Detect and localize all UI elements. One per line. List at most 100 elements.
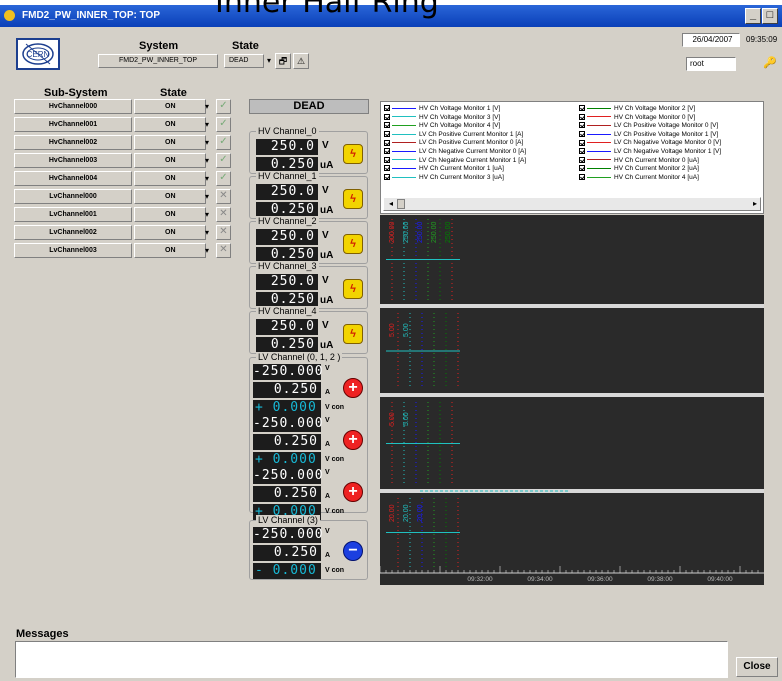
state-dropdown-arrow-icon[interactable]: ▾ <box>264 54 274 68</box>
axis-label: 5.00 <box>389 323 396 337</box>
subsystem-button[interactable]: HvChannel003 <box>14 153 132 168</box>
axis-label: 5.00 <box>403 323 410 337</box>
check-icon[interactable]: ✓ <box>216 135 231 150</box>
dropdown-arrow-icon[interactable]: ▾ <box>205 225 213 240</box>
legend-item[interactable]: LV Ch Positive Voltage Monitor 1 [V] <box>579 131 718 139</box>
legend-checkbox[interactable] <box>384 105 390 112</box>
legend-item[interactable]: HV Ch Voltage Monitor 1 [V] <box>384 105 500 113</box>
minimize-button[interactable]: _ <box>745 8 761 24</box>
legend-item[interactable]: LV Ch Negative Current Monitor 1 [A] <box>384 157 526 165</box>
axis-label: 250.00 <box>403 221 410 243</box>
plus-icon[interactable]: + <box>343 430 363 450</box>
dropdown-arrow-icon[interactable]: ▾ <box>205 99 213 114</box>
hv-power-button[interactable]: ϟ <box>343 279 363 299</box>
legend-item[interactable]: HV Ch Voltage Monitor 2 [V] <box>579 105 695 113</box>
messages-area <box>15 641 728 678</box>
subsystem-button[interactable]: LvChannel001 <box>14 207 132 222</box>
hv-power-button[interactable]: ϟ <box>343 144 363 164</box>
legend-checkbox[interactable] <box>579 105 585 112</box>
check-icon[interactable]: ✓ <box>216 117 231 132</box>
dropdown-arrow-icon[interactable]: ▾ <box>205 189 213 204</box>
legend-checkbox[interactable] <box>579 156 585 163</box>
legend-checkbox[interactable] <box>384 174 390 181</box>
minus-icon[interactable]: − <box>343 541 363 561</box>
legend-item[interactable]: LV Ch Negative Voltage Monitor 1 [V] <box>579 148 721 156</box>
legend-checkbox[interactable] <box>384 122 390 129</box>
scroll-left-icon[interactable]: ◂ <box>384 198 398 210</box>
legend-item[interactable]: LV Ch Negative Current Monitor 0 [A] <box>384 148 526 156</box>
close-button[interactable]: Close <box>736 657 778 677</box>
dropdown-arrow-icon[interactable]: ▾ <box>205 243 213 258</box>
cross-icon[interactable]: ✕ <box>216 207 231 222</box>
legend-swatch <box>392 142 416 144</box>
legend-item[interactable]: HV Ch Current Monitor 0 [uA] <box>579 157 699 165</box>
lv-control-display[interactable]: + 0.000 <box>253 452 321 468</box>
legend-item[interactable]: LV Ch Negative Voltage Monitor 0 [V] <box>579 139 721 147</box>
legend-checkbox[interactable] <box>579 131 585 138</box>
lv-current-display: 0.250 <box>253 434 321 450</box>
legend-item[interactable]: LV Ch Positive Current Monitor 0 [A] <box>384 139 523 147</box>
plus-icon[interactable]: + <box>343 482 363 502</box>
legend-checkbox[interactable] <box>579 139 585 146</box>
user-field[interactable]: root <box>686 57 736 71</box>
legend-checkbox[interactable] <box>579 174 585 181</box>
legend-checkbox[interactable] <box>384 165 390 172</box>
legend-item[interactable]: HV Ch Voltage Monitor 0 [V] <box>579 114 695 122</box>
lv-control-display[interactable]: - 0.000 <box>253 563 321 579</box>
scroll-thumb[interactable] <box>397 199 405 209</box>
legend-checkbox[interactable] <box>579 148 585 155</box>
trend-plot[interactable]: 200.00 250.00 250.00 250.00 250.00 5.00 5.00 5.… <box>379 215 764 585</box>
legend-item[interactable]: HV Ch Current Monitor 2 [uA] <box>579 165 699 173</box>
lock-icon[interactable]: 🗗 <box>275 53 291 69</box>
check-icon[interactable]: ✓ <box>216 99 231 114</box>
legend-checkbox[interactable] <box>579 122 585 129</box>
warning-icon[interactable]: ⚠ <box>293 53 309 69</box>
maximize-button[interactable]: □ <box>762 8 778 24</box>
subsystem-button[interactable]: HvChannel001 <box>14 117 132 132</box>
subsystem-button[interactable]: LvChannel002 <box>14 225 132 240</box>
lv-channel-label: LV Channel (0, 1, 2 ) <box>256 352 343 363</box>
legend-checkbox[interactable] <box>384 156 390 163</box>
lv-control-display[interactable]: + 0.000 <box>253 400 321 416</box>
dropdown-arrow-icon[interactable]: ▾ <box>205 171 213 186</box>
check-icon[interactable]: ✓ <box>216 153 231 168</box>
dropdown-arrow-icon[interactable]: ▾ <box>205 153 213 168</box>
legend-checkbox[interactable] <box>579 113 585 120</box>
legend-checkbox[interactable] <box>384 113 390 120</box>
subsystem-button[interactable]: LvChannel003 <box>14 243 132 258</box>
hv-power-button[interactable]: ϟ <box>343 189 363 209</box>
lv-current-unit: A <box>325 441 331 448</box>
cross-icon[interactable]: ✕ <box>216 225 231 240</box>
cross-icon[interactable]: ✕ <box>216 243 231 258</box>
subsystem-button[interactable]: HvChannel000 <box>14 99 132 114</box>
legend-item[interactable]: HV Ch Voltage Monitor 3 [V] <box>384 114 500 122</box>
legend-checkbox[interactable] <box>579 165 585 172</box>
lv-current-display: 0.250 <box>253 486 321 502</box>
legend-item[interactable]: LV Ch Positive Current Monitor 1 [A] <box>384 131 523 139</box>
legend-item[interactable]: HV Ch Voltage Monitor 4 [V] <box>384 122 500 130</box>
dropdown-arrow-icon[interactable]: ▾ <box>205 135 213 150</box>
hv-channel-panel: HV Channel_3 250.0 V 0.250 uA ϟ <box>249 261 368 309</box>
subsystem-button[interactable]: HvChannel002 <box>14 135 132 150</box>
legend-item[interactable]: HV Ch Current Monitor 3 [uA] <box>384 174 504 182</box>
dropdown-arrow-icon[interactable]: ▾ <box>205 207 213 222</box>
legend-item[interactable]: HV Ch Current Monitor 4 [uA] <box>579 174 699 182</box>
legend-checkbox[interactable] <box>384 139 390 146</box>
hv-power-button[interactable]: ϟ <box>343 234 363 254</box>
legend-item[interactable]: HV Ch Current Monitor 1 [uA] <box>384 165 504 173</box>
subsystem-button[interactable]: HvChannel004 <box>14 171 132 186</box>
hv-current-unit: uA <box>320 205 334 216</box>
subsystem-button[interactable]: LvChannel000 <box>14 189 132 204</box>
panel-separator <box>380 393 764 397</box>
legend-scrollbar[interactable]: ◂ ▸ <box>383 197 761 211</box>
cross-icon[interactable]: ✕ <box>216 189 231 204</box>
legend-item[interactable]: LV Ch Positive Voltage Monitor 0 [V] <box>579 122 718 130</box>
key-icon[interactable]: 🔑 <box>763 56 777 69</box>
dropdown-arrow-icon[interactable]: ▾ <box>205 117 213 132</box>
hv-power-button[interactable]: ϟ <box>343 324 363 344</box>
legend-checkbox[interactable] <box>384 131 390 138</box>
legend-checkbox[interactable] <box>384 148 390 155</box>
scroll-right-icon[interactable]: ▸ <box>748 198 762 210</box>
plus-icon[interactable]: + <box>343 378 363 398</box>
check-icon[interactable]: ✓ <box>216 171 231 186</box>
